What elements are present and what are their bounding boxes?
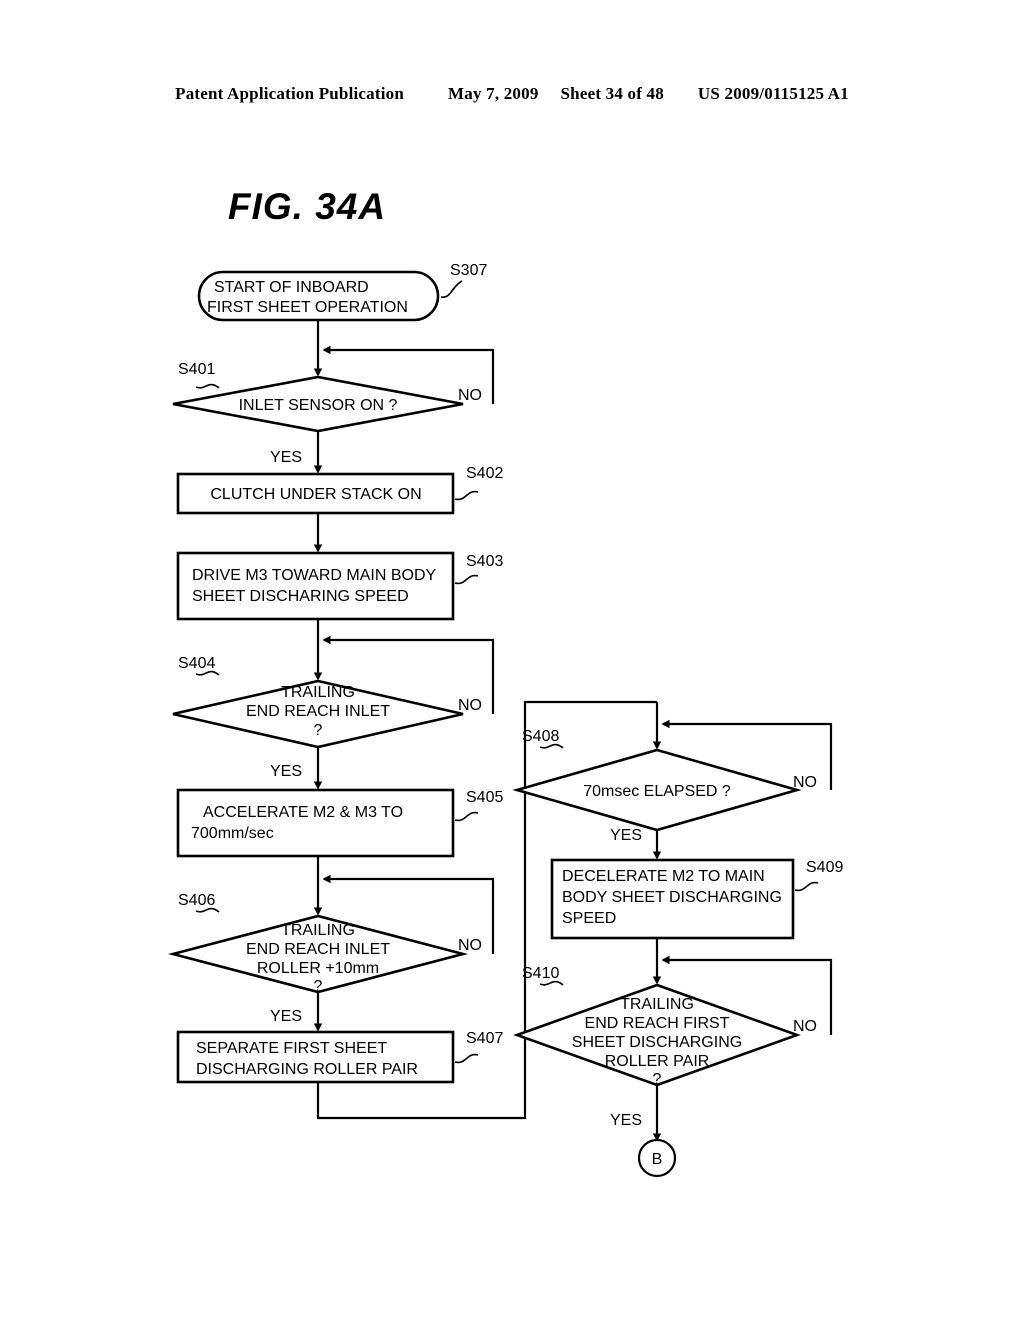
s408-line1: 70msec ELAPSED ? [583, 783, 731, 800]
s403-line2: SHEET DISCHARING SPEED [192, 588, 409, 605]
s409-line1: DECELERATE M2 TO MAIN [562, 868, 765, 885]
s404-line2: END REACH INLET [246, 703, 390, 720]
start-line1: START OF INBOARD [214, 279, 369, 296]
s403-line1: DRIVE M3 TOWARD MAIN BODY [192, 567, 437, 584]
start-line2: FIRST SHEET OPERATION [207, 299, 408, 316]
connector-b-label: B [652, 1151, 663, 1168]
s405-line2: 700mm/sec [191, 825, 274, 842]
s406-line1: TRAILING [281, 922, 355, 939]
node-s406-decision: TRAILING END REACH INLET ROLLER +10mm ? [167, 914, 469, 995]
s410-line4: ROLLER PAIR [605, 1053, 710, 1070]
s404-line1: TRAILING [281, 684, 355, 701]
node-s402-process: CLUTCH UNDER STACK ON [176, 472, 455, 515]
node-s404-decision: TRAILING END REACH INLET ? [172, 679, 464, 749]
s410-yes-label: YES [610, 1112, 642, 1129]
step-id-s403: S403 [466, 553, 503, 570]
s404-no-label: NO [458, 697, 482, 714]
node-s405-process: ACCELERATE M2 & M3 TO 700mm/sec [176, 788, 455, 858]
step-id-s406: S406 [178, 892, 215, 909]
node-s407-process: SEPARATE FIRST SHEET DISCHARGING ROLLER … [176, 1030, 455, 1084]
step-id-s408: S408 [522, 728, 559, 745]
step-id-s401: S401 [178, 361, 215, 378]
s404-line3: ? [314, 722, 323, 739]
node-start-terminator: START OF INBOARD FIRST SHEET OPERATION [197, 270, 440, 322]
step-id-s410: S410 [522, 965, 559, 982]
step-id-s307: S307 [450, 262, 487, 279]
node-s408-decision: 70msec ELAPSED ? [512, 748, 802, 832]
s408-yes-label: YES [610, 827, 642, 844]
s409-line3: SPEED [562, 910, 616, 927]
s401-no-label: NO [458, 387, 482, 404]
s406-yes-label: YES [270, 1008, 302, 1025]
s410-line2: END REACH FIRST [585, 1015, 730, 1032]
s401-yes-label: YES [270, 449, 302, 466]
s408-no-label: NO [793, 774, 817, 791]
s401-line1: INLET SENSOR ON ? [239, 397, 398, 414]
s402-line1: CLUTCH UNDER STACK ON [210, 486, 421, 503]
s409-line2: BODY SHEET DISCHARGING [562, 889, 782, 906]
step-id-s405: S405 [466, 789, 503, 806]
node-s409-process: DECELERATE M2 TO MAIN BODY SHEET DISCHAR… [550, 858, 795, 940]
step-id-s409: S409 [806, 859, 843, 876]
patent-page: Patent Application Publication May 7, 200… [0, 0, 1024, 1320]
step-id-s404: S404 [178, 655, 215, 672]
node-s410-decision: TRAILING END REACH FIRST SHEET DISCHARGI… [513, 983, 801, 1088]
s410-line3: SHEET DISCHARGING [572, 1034, 742, 1051]
flowchart-diagram: START OF INBOARD FIRST SHEET OPERATION S… [167, 262, 843, 1178]
s410-no-label: NO [793, 1018, 817, 1035]
s406-line2: END REACH INLET [246, 941, 390, 958]
s407-line1: SEPARATE FIRST SHEET [196, 1040, 387, 1057]
s404-yes-label: YES [270, 763, 302, 780]
s406-no-label: NO [458, 937, 482, 954]
step-id-s402: S402 [466, 465, 503, 482]
node-connector-b: B [637, 1138, 677, 1178]
step-id-s407: S407 [466, 1030, 503, 1047]
node-s401-decision: INLET SENSOR ON ? [172, 375, 464, 433]
node-s403-process: DRIVE M3 TOWARD MAIN BODY SHEET DISCHARI… [176, 551, 455, 621]
s410-line1: TRAILING [620, 996, 694, 1013]
s406-line3: ROLLER +10mm [257, 960, 379, 977]
s407-line2: DISCHARGING ROLLER PAIR [196, 1061, 418, 1078]
s405-line1: ACCELERATE M2 & M3 TO [203, 804, 403, 821]
